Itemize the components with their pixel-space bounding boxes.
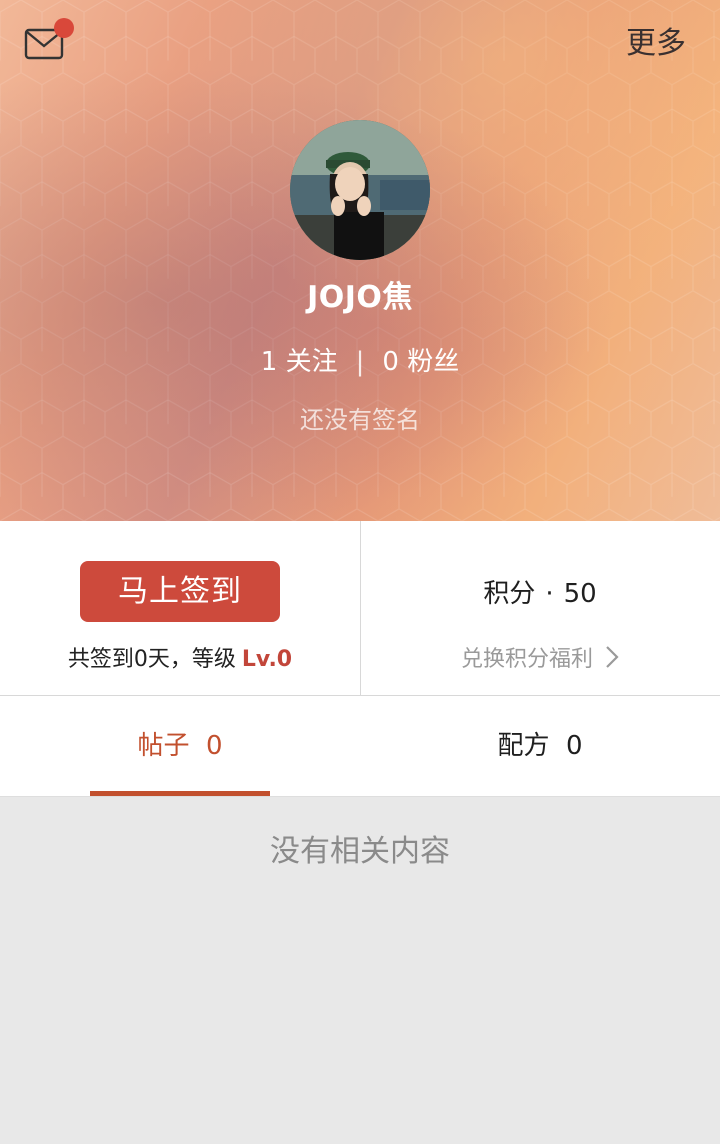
checkin-points-panel: 马上签到 共签到0天，等级 Lv.0 积分 · 50 兑换积分福利 bbox=[0, 521, 720, 696]
username: JOJO焦 bbox=[307, 280, 413, 315]
points-value: 50 bbox=[563, 579, 597, 609]
signature: 还没有签名 bbox=[300, 406, 420, 434]
empty-state-message: 没有相关内容 bbox=[270, 834, 450, 869]
following-stat[interactable]: 1 关注 bbox=[261, 347, 338, 377]
level-badge: Lv.0 bbox=[241, 647, 293, 672]
redeem-points-link[interactable]: 兑换积分福利 bbox=[360, 641, 720, 675]
followers-stat[interactable]: 0 粉丝 bbox=[382, 347, 459, 377]
tab-recipes-label: 配方 bbox=[497, 731, 550, 761]
checkin-button[interactable]: 马上签到 bbox=[80, 561, 280, 622]
content-tabs: 帖子 0 配方 0 bbox=[0, 696, 720, 797]
tab-recipes-count: 0 bbox=[566, 731, 583, 761]
followers-label: 粉丝 bbox=[407, 347, 460, 377]
tab-posts-label: 帖子 bbox=[137, 731, 190, 761]
checkin-summary: 共签到0天，等级 Lv.0 bbox=[0, 641, 360, 673]
chevron-right-icon bbox=[605, 645, 619, 675]
unread-badge bbox=[54, 18, 74, 38]
tab-posts-count: 0 bbox=[206, 731, 223, 761]
more-button[interactable]: 更多 bbox=[626, 26, 686, 62]
redeem-label: 兑换积分福利 bbox=[460, 647, 593, 672]
points-label: 积分 bbox=[483, 579, 536, 609]
points-separator: · bbox=[545, 579, 554, 609]
profile-header: 更多 JOJO焦 1 关注 | 0 粉丝 还没有签名 bbox=[0, 0, 720, 521]
checkin-summary-text: 共签到0天，等级 bbox=[67, 647, 236, 672]
header-shade bbox=[0, 0, 720, 521]
tab-posts[interactable]: 帖子 0 bbox=[90, 696, 270, 796]
following-label: 关注 bbox=[285, 347, 338, 377]
followers-count: 0 bbox=[382, 347, 399, 377]
active-tab-indicator bbox=[90, 791, 270, 796]
stats-separator: | bbox=[355, 347, 365, 377]
tab-recipes[interactable]: 配方 0 bbox=[450, 696, 630, 796]
follow-stats: 1 关注 | 0 粉丝 bbox=[0, 344, 720, 380]
avatar[interactable] bbox=[290, 120, 430, 260]
avatar-image bbox=[290, 120, 430, 260]
following-count: 1 bbox=[260, 347, 278, 377]
points-display: 积分 · 50 bbox=[360, 573, 720, 610]
